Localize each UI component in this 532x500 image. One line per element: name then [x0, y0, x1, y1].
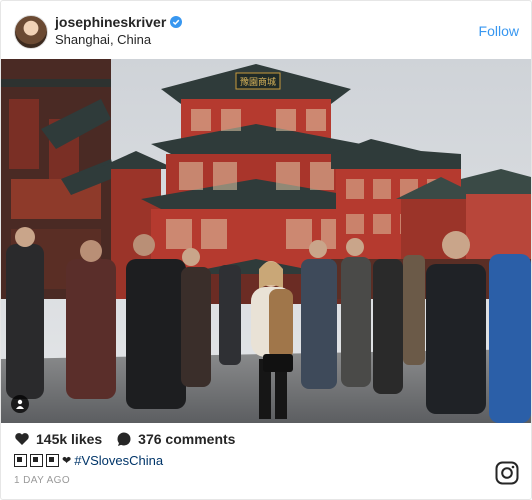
instagram-post: josephineskriver Shanghai, China Follow [0, 0, 532, 500]
username[interactable]: josephineskriver [55, 14, 166, 30]
heart-emoji-icon: ❤ [62, 455, 72, 467]
post-photo[interactable]: 豫園商城 [1, 59, 531, 423]
street-scene-image: 豫園商城 [1, 59, 531, 423]
likes-count[interactable]: 145k likes [36, 431, 102, 447]
location-link[interactable]: Shanghai, China [55, 32, 151, 47]
engagement-row: 145k likes 376 comments [14, 431, 235, 447]
pavilion-sign: 豫園商城 [240, 76, 276, 88]
caption: ❤ #VSlovesChina [14, 453, 163, 468]
post-timestamp: 1 DAY AGO [14, 475, 71, 486]
follow-button[interactable]: Follow [479, 23, 519, 39]
flag-emoji-icon [30, 454, 43, 467]
user-tag-icon[interactable] [11, 395, 29, 413]
hashtag-link[interactable]: #VSlovesChina [74, 453, 163, 468]
flag-emoji-icon [14, 454, 27, 467]
verified-badge-icon [170, 16, 183, 28]
comment-icon[interactable] [116, 431, 132, 447]
heart-icon[interactable] [14, 431, 30, 447]
avatar[interactable] [14, 15, 48, 49]
post-header: josephineskriver Shanghai, China Follow [1, 1, 531, 61]
flag-emoji-icon [46, 454, 59, 467]
instagram-logo-icon[interactable] [495, 461, 519, 485]
username-row: josephineskriver [55, 14, 183, 30]
comments-count[interactable]: 376 comments [138, 431, 235, 447]
